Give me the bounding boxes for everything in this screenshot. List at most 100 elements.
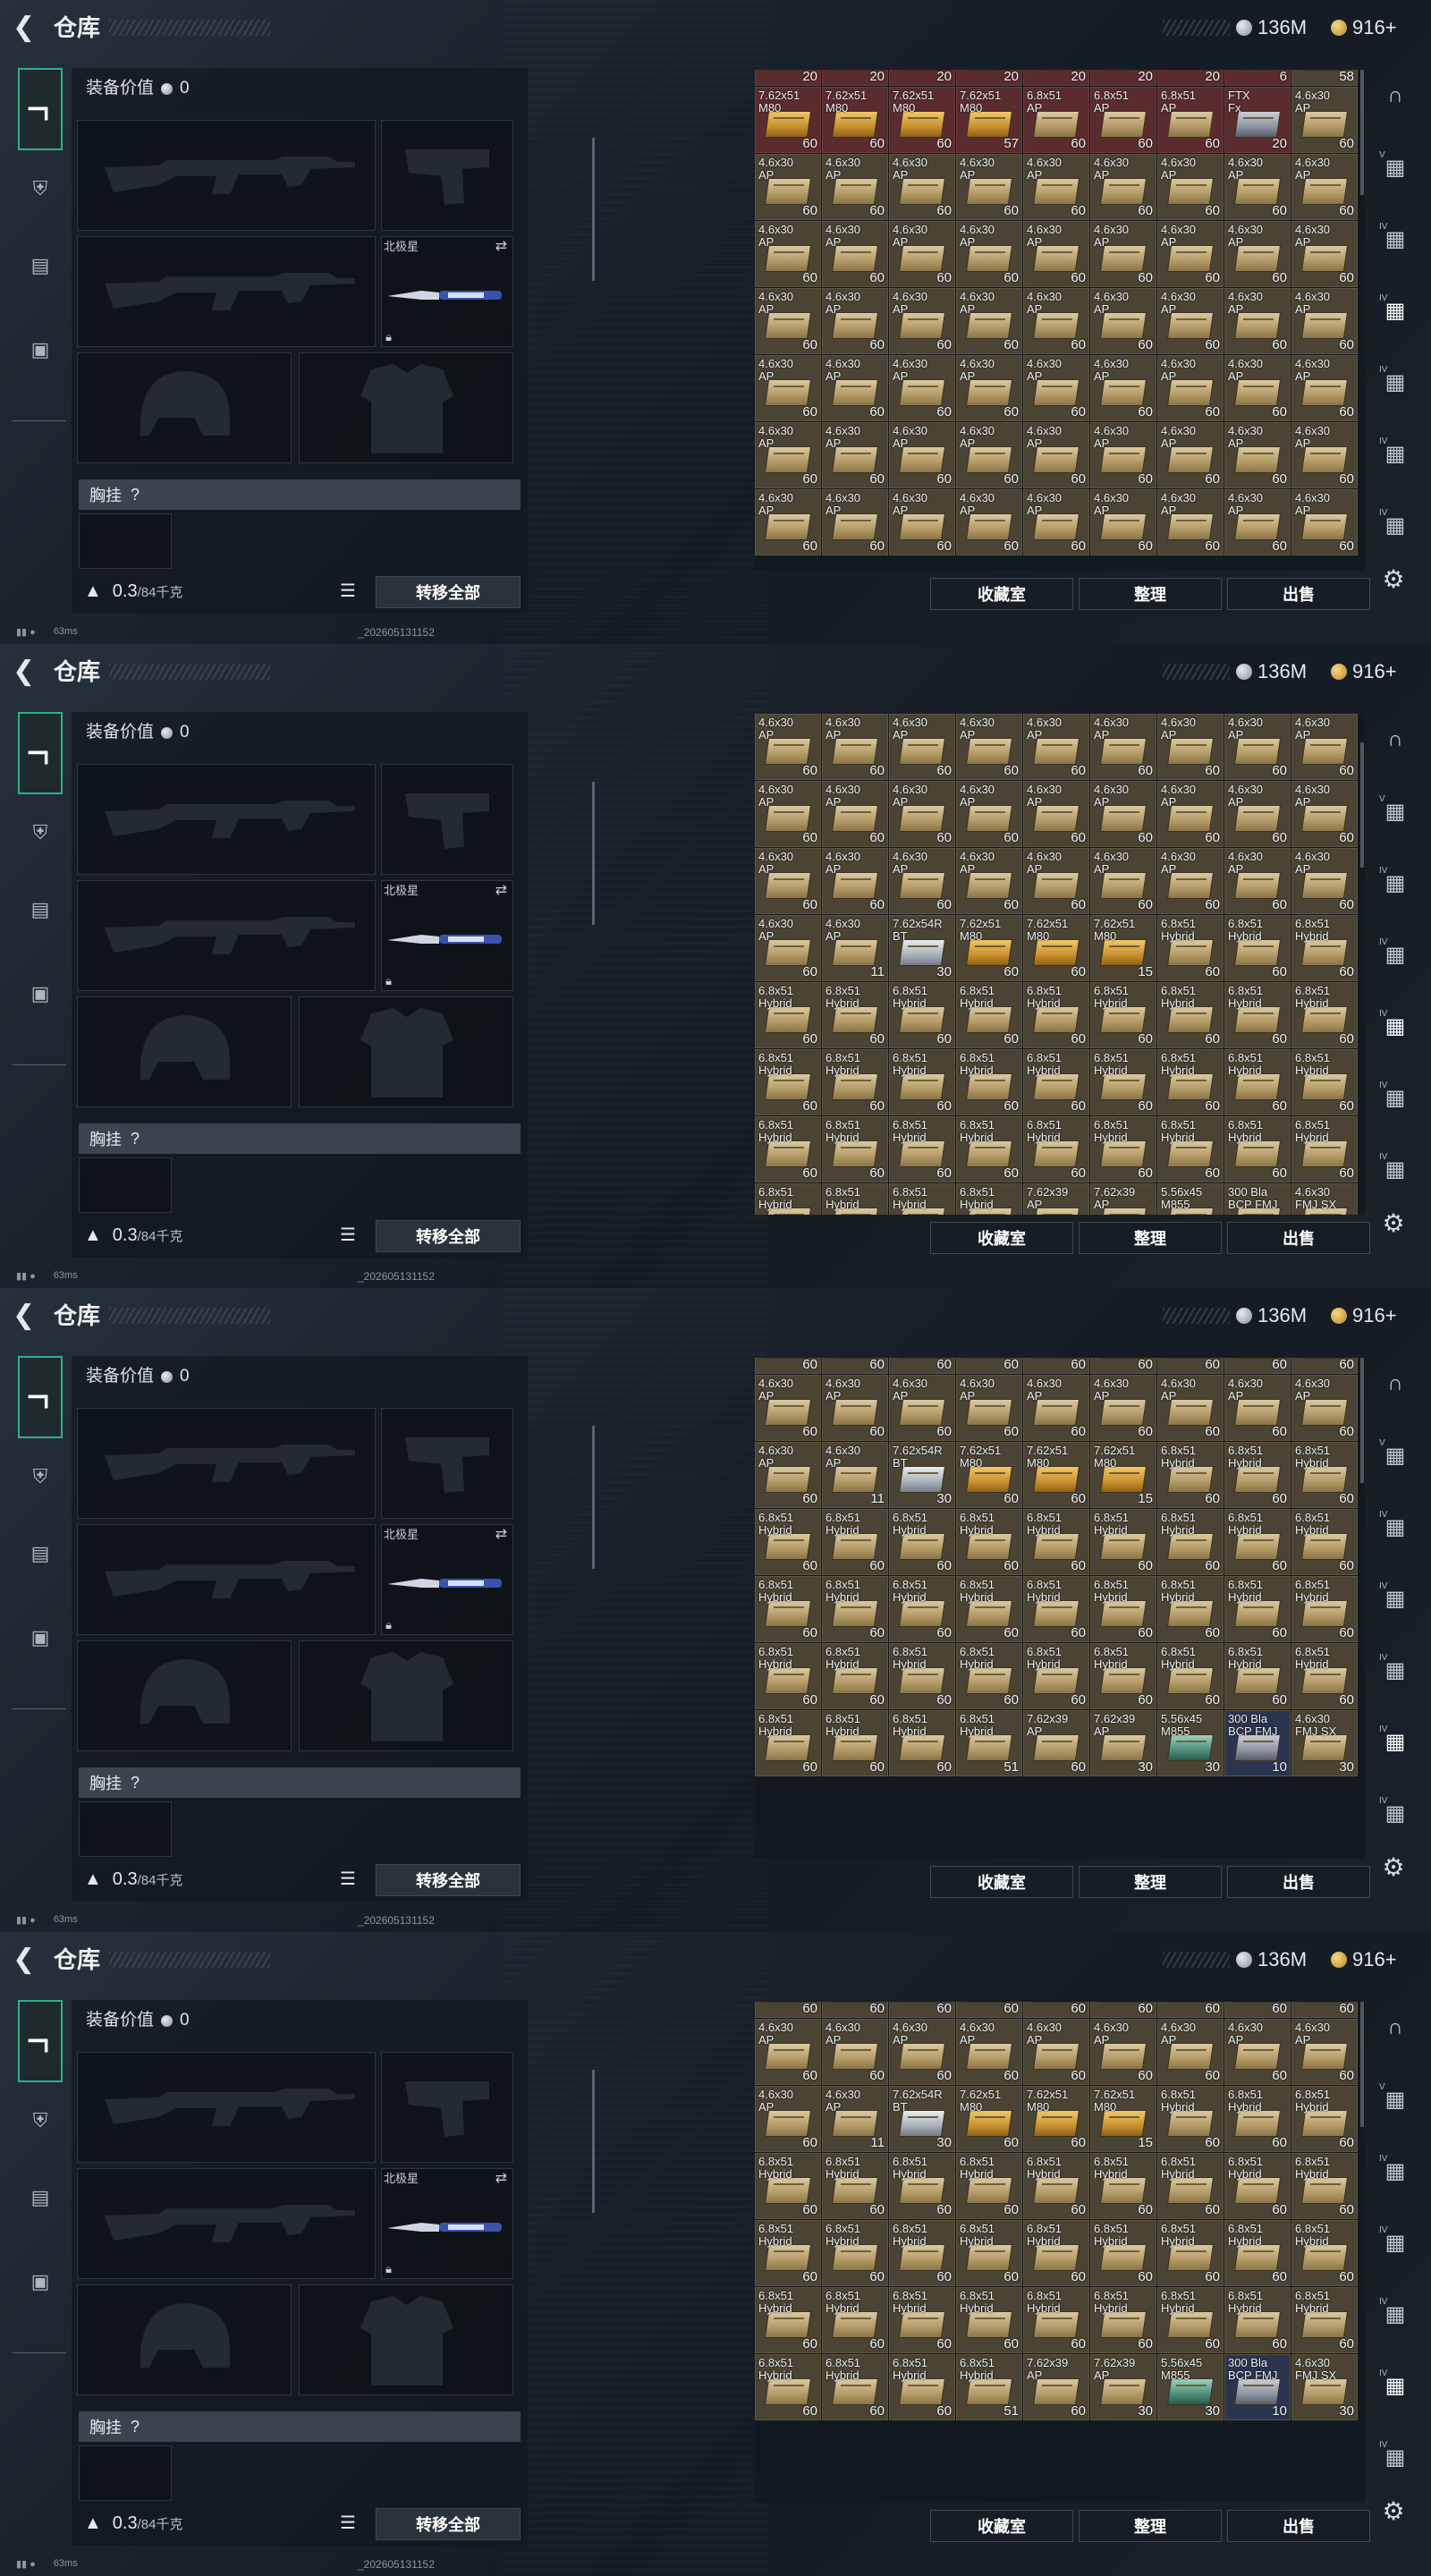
stash-item[interactable]: 4.6x30 AP 60 [956, 422, 1022, 488]
weapon-category-pistol-icon[interactable]: ━┓ [18, 1356, 63, 1438]
stash-item-partial[interactable]: 60 [1090, 1358, 1156, 1374]
stash-item-partial[interactable]: 60 [1023, 2002, 1089, 2018]
helmet-slot[interactable] [77, 352, 292, 463]
stash-item[interactable]: 6.8x51 Hybrid 60 [1023, 1116, 1089, 1182]
stash-item-partial[interactable]: 60 [889, 2002, 955, 2018]
shelf-level-4c-icon[interactable]: IV ▦ [1374, 1148, 1417, 1190]
back-arrow-icon[interactable]: ❮ [13, 1945, 38, 1975]
organize-button[interactable]: 整理 [1079, 578, 1222, 610]
stash-item[interactable]: 4.6x30 AP 60 [1291, 2019, 1358, 2085]
swap-icon[interactable]: ⇄ [495, 881, 507, 899]
stash-item[interactable]: 6.8x51 Hybrid 60 [755, 1643, 821, 1709]
stash-item[interactable]: 6.8x51 Hybrid 60 [1291, 1116, 1358, 1182]
stash-item[interactable]: 4.6x30 AP 60 [755, 2019, 821, 2085]
stash-item[interactable]: 4.6x30 AP 60 [1023, 781, 1089, 847]
stash-item[interactable]: 300 Bla BCP FMJ 10 [1224, 1710, 1291, 1776]
stash-item[interactable]: 4.6x30 FMJ SX [1291, 1183, 1358, 1215]
list-icon[interactable]: ☰ [335, 1868, 360, 1891]
stash-item[interactable]: 6.8x51 Hybrid 60 [755, 2220, 821, 2286]
stash-item[interactable]: 4.6x30 AP 60 [1224, 489, 1291, 555]
stash-item[interactable]: 4.6x30 AP 60 [1157, 2019, 1224, 2085]
stash-item[interactable]: 4.6x30 AP 60 [1023, 714, 1089, 780]
stash-item[interactable]: 6.8x51 Hybrid 60 [822, 1049, 888, 1115]
stash-item[interactable]: 4.6x30 AP 60 [956, 2019, 1022, 2085]
stash-item[interactable]: 6.8x51 Hybrid 60 [889, 1643, 955, 1709]
stash-item[interactable]: 6.8x51 Hybrid 60 [1157, 2220, 1224, 2286]
stash-item[interactable]: 6.8x51 Hybrid 60 [1291, 1509, 1358, 1575]
settings-gear-icon[interactable]: ⚙ [1379, 1853, 1408, 1882]
stash-item[interactable]: 4.6x30 AP 60 [1291, 714, 1358, 780]
stash-item[interactable]: 4.6x30 FMJ SX 30 [1291, 1710, 1358, 1776]
primary-weapon-slot[interactable] [77, 2052, 376, 2163]
stash-item-partial[interactable]: 20 [1157, 70, 1224, 86]
stash-item[interactable]: 6.8x51 Hybrid 60 [956, 1576, 1022, 1642]
stash-item[interactable]: 4.6x30 AP 60 [1023, 221, 1089, 287]
stash-item[interactable]: 4.6x30 AP 60 [755, 1375, 821, 1441]
stash-item[interactable]: 6.8x51 Hybrid 60 [1291, 1442, 1358, 1508]
shelf-level-4-icon[interactable]: IV ▦ [1374, 1506, 1417, 1547]
secondary-weapon-slot[interactable] [77, 236, 376, 347]
stash-item-partial[interactable]: 6 [1224, 70, 1291, 86]
stash-item[interactable]: 4.6x30 AP 60 [956, 714, 1022, 780]
collection-room-button[interactable]: 收藏室 [930, 1222, 1073, 1254]
helmet-category-icon[interactable]: ⛨ [18, 2098, 63, 2143]
stash-item[interactable]: 4.6x30 AP 60 [1291, 781, 1358, 847]
stash-item[interactable]: 7.62x39 AP 60 [1023, 1710, 1089, 1776]
stash-item[interactable]: 5.56x45 M855 30 [1157, 1710, 1224, 1776]
primary-weapon-slot[interactable] [77, 764, 376, 875]
stash-item[interactable]: 6.8x51 Hybrid 60 [889, 1116, 955, 1182]
stash-item[interactable]: 4.6x30 AP 60 [1023, 288, 1089, 354]
stash-item[interactable]: 4.6x30 AP 60 [822, 781, 888, 847]
secondary-weapon-slot[interactable] [77, 1524, 376, 1635]
stash-item[interactable]: 4.6x30 AP 60 [1090, 489, 1156, 555]
stash-item[interactable]: 6.8x51 Hybrid 60 [1090, 2287, 1156, 2353]
stash-item[interactable]: 4.6x30 AP 60 [1224, 422, 1291, 488]
camera-level-5-icon[interactable]: V ▦ [1374, 1435, 1417, 1476]
stash-item[interactable]: 4.6x30 AP 60 [956, 848, 1022, 914]
stash-item[interactable]: 4.6x30 AP 60 [755, 714, 821, 780]
stash-item[interactable]: 7.62x51 M80 57 [956, 87, 1022, 153]
weapon-category-pistol-icon[interactable]: ━┓ [18, 2000, 63, 2082]
helmet-slot[interactable] [77, 1640, 292, 1751]
stash-item[interactable]: 6.8x51 Hybrid 60 [1157, 1509, 1224, 1575]
equipment-scrollbar[interactable] [592, 782, 595, 925]
helmet-category-icon[interactable]: ⛨ [18, 810, 63, 855]
pistol-slot[interactable] [381, 1408, 513, 1519]
stash-item[interactable]: 6.8x51 Hybrid 60 [956, 2153, 1022, 2219]
stash-item-partial[interactable]: 60 [956, 1358, 1022, 1374]
stash-item[interactable]: 4.6x30 AP 60 [1224, 2019, 1291, 2085]
stash-item[interactable]: 6.8x51 Hybrid 60 [1291, 915, 1358, 981]
melee-slot[interactable]: 北极星 ⇄ 🔒︎ [381, 880, 513, 991]
stash-item[interactable]: 6.8x51 Hybrid 60 [755, 2287, 821, 2353]
stash-item-partial[interactable]: 20 [1023, 70, 1089, 86]
stash-item[interactable]: 4.6x30 AP 60 [1090, 221, 1156, 287]
stash-item[interactable]: 4.6x30 AP 60 [1291, 489, 1358, 555]
secondary-weapon-slot[interactable] [77, 2168, 376, 2279]
stash-item[interactable]: 6.8x51 Hybrid 60 [1224, 1643, 1291, 1709]
primary-weapon-slot[interactable] [77, 120, 376, 231]
chest-rig-help-icon[interactable]: ? [131, 2418, 140, 2436]
stash-item[interactable]: 4.6x30 AP 60 [956, 355, 1022, 421]
camera-level-5-icon[interactable]: V ▦ [1374, 2079, 1417, 2120]
stash-item[interactable]: 6.8x51 Hybrid 60 [1090, 1643, 1156, 1709]
stash-item[interactable]: 4.6x30 AP 60 [889, 154, 955, 220]
stash-item[interactable]: 6.8x51 Hybrid 60 [755, 1049, 821, 1115]
camera-level-5-icon[interactable]: V ▦ [1374, 147, 1417, 188]
transfer-all-button[interactable]: 转移全部 [376, 576, 521, 608]
stash-item[interactable]: 7.62x54R BT 30 [889, 915, 955, 981]
stash-item[interactable]: 7.62x39 AP 60 [1023, 2354, 1089, 2420]
stash-item[interactable]: 6.8x51 Hybrid 60 [1157, 982, 1224, 1048]
stash-item[interactable]: 4.6x30 AP 60 [1291, 1375, 1358, 1441]
stash-item-partial[interactable]: 60 [889, 1358, 955, 1374]
stash-item[interactable]: 6.8x51 Hybrid 60 [755, 1576, 821, 1642]
stash-item[interactable]: 4.6x30 AP 60 [1090, 1375, 1156, 1441]
stash-item[interactable]: 7.62x51 M80 60 [822, 87, 888, 153]
stash-item[interactable]: 7.62x51 M80 60 [956, 2086, 1022, 2152]
stash-item[interactable]: 7.62x51 M80 60 [755, 87, 821, 153]
stash-item[interactable]: 4.6x30 AP 60 [889, 1375, 955, 1441]
settings-gear-icon[interactable]: ⚙ [1379, 565, 1408, 594]
stash-item[interactable]: 4.6x30 AP 60 [1224, 221, 1291, 287]
stash-item-partial[interactable]: 60 [755, 1358, 821, 1374]
rig-category-icon[interactable]: ▤ [18, 243, 63, 288]
stash-item[interactable]: 6.8x51 Hybrid 60 [889, 1576, 955, 1642]
